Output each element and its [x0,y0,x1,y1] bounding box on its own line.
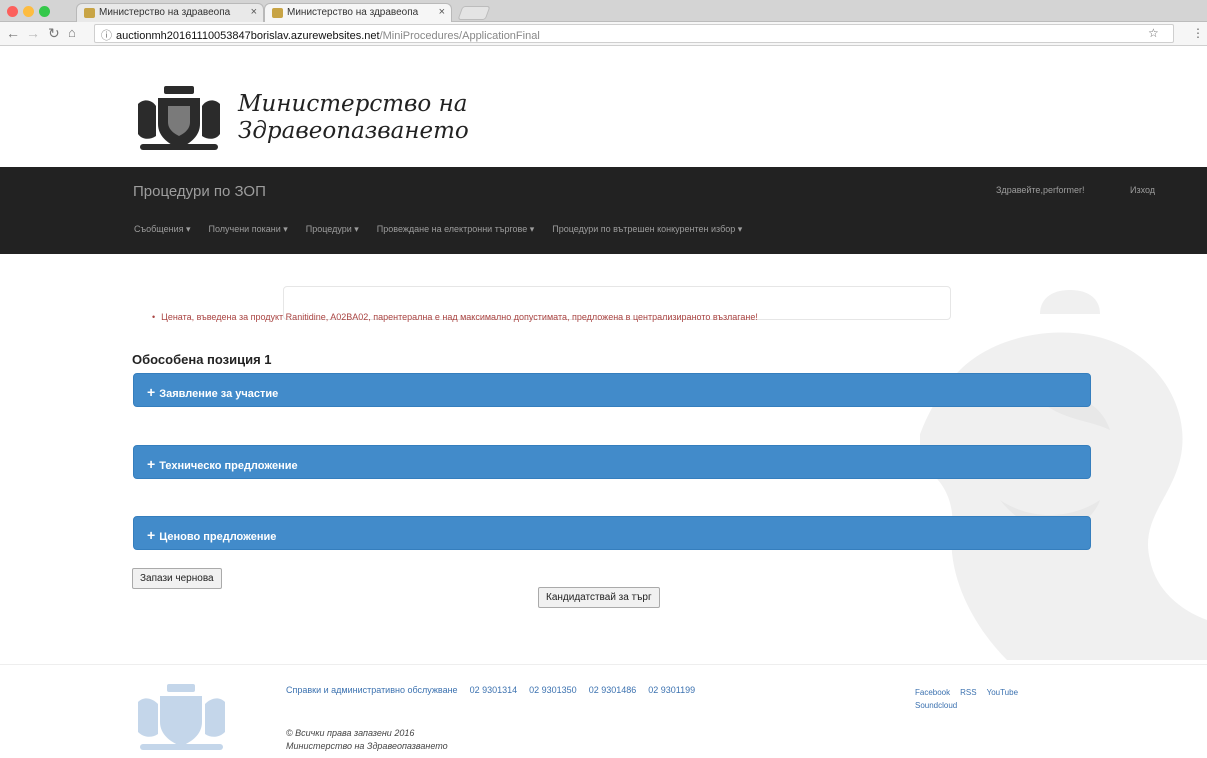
facebook-link[interactable]: Facebook [915,688,950,697]
footer-phone-3[interactable]: 02 9301486 [589,685,637,695]
browser-tab[interactable]: Министерство на здравеопа × [76,3,264,22]
navbar-menu: Съобщения ▾ Получени покани ▾ Процедури … [134,224,742,235]
coat-of-arms-icon [138,684,225,750]
back-icon[interactable]: ← [6,25,20,41]
reload-icon[interactable]: ↻ [48,25,60,42]
coat-of-arms-icon [138,86,220,150]
footer-phone-1[interactable]: 02 9301314 [470,685,518,695]
menu-procedures[interactable]: Процедури ▾ [306,224,359,235]
site-title-line1: Министерство на [238,91,468,117]
panel-technical-proposal[interactable]: + Техническо предложение [133,445,1091,479]
menu-messages[interactable]: Съобщения ▾ [134,224,190,235]
menu-internal-competition[interactable]: Процедури по вътрешен конкурентен избор … [552,224,742,235]
favicon-icon [272,8,283,18]
panel-label: Ценово предложение [159,531,277,543]
home-icon[interactable]: ⌂ [68,25,76,40]
panel-label: Техническо предложение [159,460,298,472]
address-bar[interactable]: ⓘ auctionmh20161110053847borislav.azurewe… [94,24,1174,43]
plus-icon: + [147,384,156,400]
navbar-brand[interactable]: Процедури по ЗОП [133,183,266,200]
favicon-icon [84,8,95,18]
site-title[interactable]: Министерство на Здравеопазването [238,91,469,145]
minimize-window-icon[interactable] [23,6,34,17]
tab-title: Министерство на здравеопа [287,7,419,18]
tab-close-icon[interactable]: × [251,6,257,18]
panel-label: Заявление за участие [159,388,279,400]
forward-icon[interactable]: → [26,25,40,41]
validation-error-text: Цената, въведена за продукт Ranitidine, … [161,312,758,322]
panel-price-proposal[interactable]: + Ценово предложение [133,516,1091,550]
footer-social-links: Facebook RSS YouTube Soundcloud [915,686,1055,712]
apply-auction-button[interactable]: Кандидатствай за търг [538,587,660,608]
maximize-window-icon[interactable] [39,6,50,17]
logout-link[interactable]: Изход [1130,185,1155,195]
menu-electronic-auctions[interactable]: Провеждане на електронни търгове ▾ [377,224,534,235]
tab-close-icon[interactable]: × [439,6,445,18]
validation-error-item: • Цената, въведена за продукт Ranitidine,… [152,312,758,322]
soundcloud-link[interactable]: Soundcloud [915,701,957,710]
youtube-link[interactable]: YouTube [987,688,1018,697]
new-tab-button[interactable] [457,6,491,20]
copyright-text: © Всички права запазени 2016 [286,728,415,738]
save-draft-button[interactable]: Запази чернова [132,568,222,589]
footer-phone-4[interactable]: 02 9301199 [648,685,695,695]
tab-title: Министерство на здравеопа [99,7,231,18]
bullet-icon: • [152,312,156,322]
plus-icon: + [147,456,156,472]
lot-title: Обособена позиция 1 [132,352,272,367]
main-navbar: Процедури по ЗОП Здравейте,performer! Из… [0,167,1207,254]
url-host: auctionmh20161110053847borislav.azureweb… [116,30,380,42]
org-name: Министерство на Здравеопазването [286,741,448,751]
panel-application-participation[interactable]: + Заявление за участие [133,373,1091,407]
info-icon[interactable]: ⓘ [101,30,112,42]
bookmark-star-icon[interactable]: ☆ [1148,26,1159,40]
browser-tabstrip: Министерство на здравеопа × Министерство… [0,0,1207,22]
plus-icon: + [147,527,156,543]
url-path: /MiniProcedures/ApplicationFinal [379,30,540,42]
footer-divider [0,664,1207,665]
footer-copyright: © Всички права запазени 2016 Министерств… [286,727,448,753]
footer-links: Справки и административно обслужване 02 … [286,685,695,695]
site-title-line2: Здравеопазването [238,118,469,144]
close-window-icon[interactable] [7,6,18,17]
footer-phone-2[interactable]: 02 9301350 [529,685,577,695]
menu-received-invitations[interactable]: Получени покани ▾ [208,224,287,235]
rss-link[interactable]: RSS [960,688,976,697]
browser-toolbar: ← → ↻ ⌂ ⓘ auctionmh20161110053847borislav… [0,22,1207,46]
browser-menu-icon[interactable]: ⋮ [1192,26,1204,40]
browser-tab-active[interactable]: Министерство на здравеопа × [264,3,452,22]
footer-link-services[interactable]: Справки и административно обслужване [286,685,458,695]
user-greeting-link[interactable]: Здравейте,performer! [996,185,1084,195]
